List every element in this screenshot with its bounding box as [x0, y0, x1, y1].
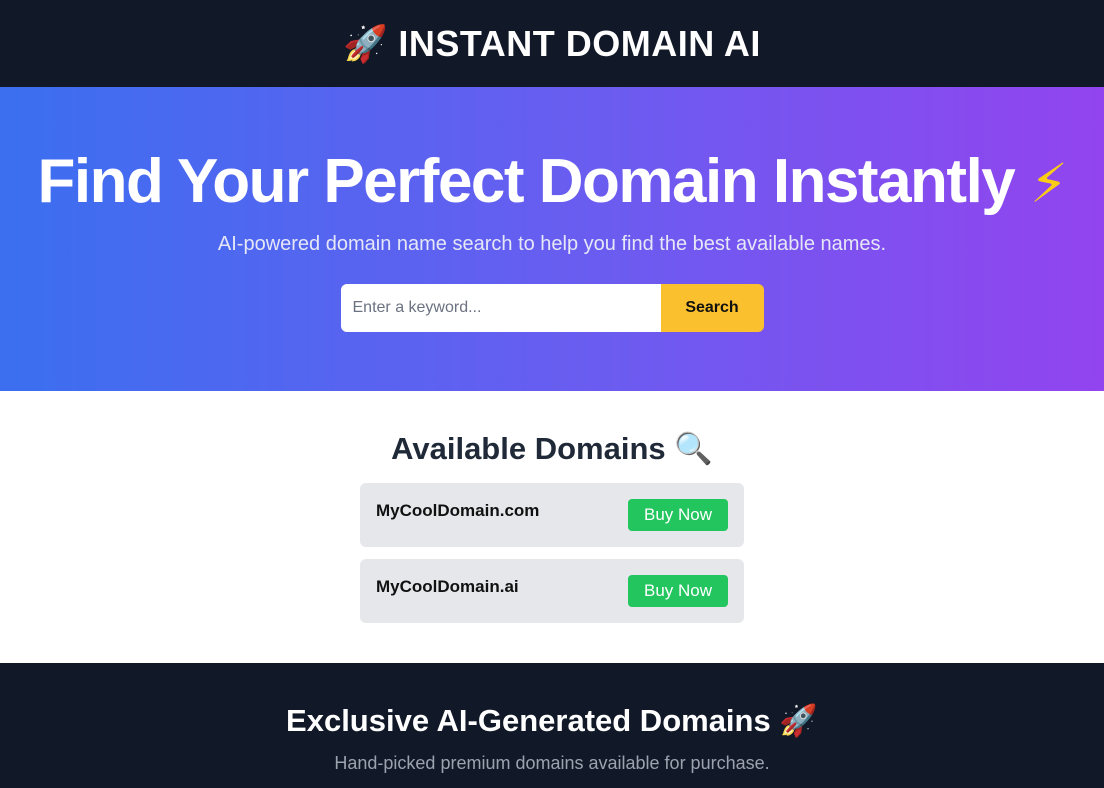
buy-now-button[interactable]: Buy Now — [628, 575, 728, 607]
domain-card: MyCoolDomain.ai Buy Now — [360, 559, 744, 623]
top-header: 🚀 INSTANT DOMAIN AI — [0, 0, 1104, 87]
brand-logo[interactable]: 🚀 INSTANT DOMAIN AI — [343, 23, 761, 65]
hero-title: Find Your Perfect Domain Instantly ⚡ — [0, 147, 1104, 219]
available-domains-title-text: Available Domains — [391, 431, 666, 466]
rocket-icon: 🚀 — [779, 703, 818, 739]
domain-card: MyCoolDomain.com Buy Now — [360, 483, 744, 547]
exclusive-domains-title: Exclusive AI-Generated Domains 🚀 — [0, 703, 1104, 739]
hero-subtitle: AI-powered domain name search to help yo… — [217, 233, 887, 255]
lightning-icon: ⚡ — [1030, 152, 1068, 215]
available-domains-title: Available Domains 🔍 — [0, 431, 1104, 467]
domain-list: MyCoolDomain.com Buy Now MyCoolDomain.ai… — [360, 483, 744, 623]
available-domains-section: Available Domains 🔍 MyCoolDomain.com Buy… — [0, 391, 1104, 663]
exclusive-domains-subtitle: Hand-picked premium domains available fo… — [334, 753, 770, 773]
buy-now-button[interactable]: Buy Now — [628, 499, 728, 531]
brand-title: INSTANT DOMAIN AI — [398, 22, 761, 64]
rocket-icon: 🚀 — [343, 23, 389, 65]
search-button[interactable]: Search — [660, 284, 764, 332]
hero-title-text: Find Your Perfect Domain Instantly — [37, 147, 1016, 216]
domain-name: MyCoolDomain.ai — [376, 577, 519, 596]
search-bar: Search — [0, 284, 1104, 332]
exclusive-domains-section: Exclusive AI-Generated Domains 🚀 Hand-pi… — [0, 663, 1104, 788]
exclusive-domains-title-text: Exclusive AI-Generated Domains — [286, 703, 771, 738]
search-input[interactable] — [340, 284, 661, 332]
magnifier-icon: 🔍 — [674, 431, 713, 467]
domain-name: MyCoolDomain.com — [376, 501, 540, 520]
hero-section: Find Your Perfect Domain Instantly ⚡ AI-… — [0, 87, 1104, 391]
